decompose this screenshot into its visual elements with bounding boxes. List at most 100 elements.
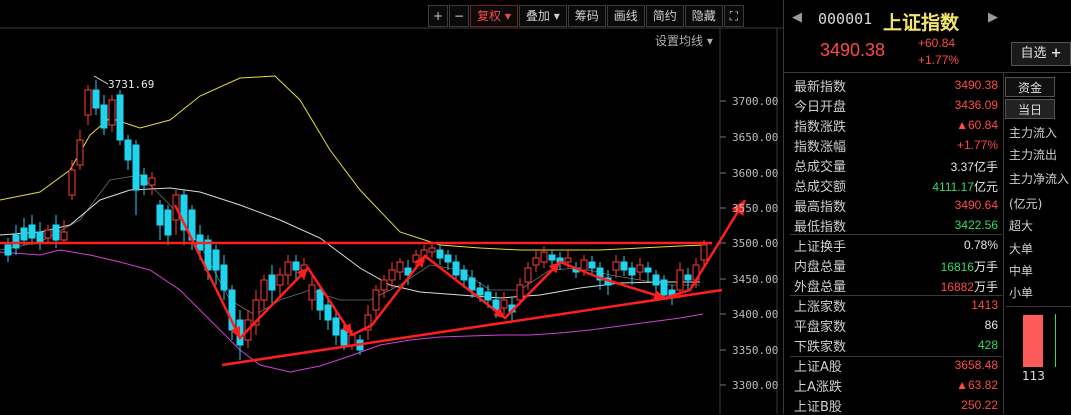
- quote-row-number: 428: [977, 338, 998, 352]
- candle-body: [260, 279, 268, 301]
- fund-flow-item: 小单: [1009, 286, 1034, 300]
- flow-chart-divider: [1006, 306, 1071, 307]
- quote-row-number: 250.22: [961, 398, 998, 412]
- quote-row-label: 指数涨跌: [794, 120, 847, 135]
- candle-body: [388, 269, 396, 281]
- candle-body: [636, 264, 644, 273]
- fuquan-label: 复权: [477, 9, 502, 23]
- quote-row-unit: 万手: [973, 280, 998, 294]
- candle-body: [540, 251, 548, 263]
- candle-body: [164, 209, 172, 236]
- candle-body: [316, 289, 324, 311]
- candle-body: [548, 254, 556, 261]
- huaxian-button[interactable]: 画线: [606, 5, 645, 27]
- ma-setting-label: 设置均线: [655, 34, 704, 48]
- quote-row-number: 3490.38: [954, 78, 998, 92]
- quote-row-value: 1413: [900, 298, 998, 312]
- quote-row-number: 86: [984, 318, 998, 332]
- prev-arrow-icon[interactable]: ◀: [792, 10, 802, 25]
- y-tick-label: 3300.00: [732, 379, 778, 392]
- quote-row-unit: 万手: [973, 260, 998, 274]
- y-tick-label: 3450.00: [732, 273, 778, 286]
- quote-row-value: 3.37亿手: [900, 158, 998, 175]
- candle-body: [284, 261, 292, 276]
- quote-row-value: 3658.48: [900, 358, 998, 372]
- candle-body: [28, 224, 36, 239]
- chart-toolbar: + − 复权 ▾ 叠加 ▾ 筹码 画线 简约 隐藏 ⛶: [428, 5, 745, 27]
- candle-body: [428, 247, 436, 253]
- quote-row-number: 4111.17: [932, 180, 974, 194]
- y-tick-label: 3600.00: [732, 167, 778, 180]
- y-tick-label: 3350.00: [732, 344, 778, 357]
- yincang-button[interactable]: 隐藏: [684, 5, 723, 27]
- panel-divider: [783, 0, 784, 414]
- next-arrow-icon[interactable]: ▶: [988, 10, 998, 25]
- quote-row-value: 3422.56: [900, 218, 998, 232]
- candle-body: [4, 244, 12, 256]
- candle-body: [396, 261, 404, 273]
- quote-row-value: 0.78%: [900, 238, 998, 252]
- candle-body: [340, 329, 348, 346]
- tab-zijin[interactable]: 资金: [1005, 77, 1055, 97]
- candle-body: [84, 89, 92, 116]
- zoom-in-button[interactable]: +: [428, 5, 448, 27]
- fullscreen-icon[interactable]: ⛶: [723, 5, 744, 27]
- fund-flow-item: (亿元): [1009, 197, 1043, 211]
- candle-body: [132, 144, 140, 191]
- candles: [4, 80, 708, 360]
- candle-body: [564, 257, 572, 263]
- fuquan-button[interactable]: 复权 ▾: [470, 5, 518, 27]
- jianyue-button[interactable]: 简约: [645, 5, 684, 27]
- quote-row-number: ▲63.82: [956, 378, 998, 392]
- candle-body: [644, 267, 652, 273]
- quote-row-label: 外盘总量: [794, 280, 847, 295]
- quote-row-label: 最高指数: [794, 200, 847, 215]
- tab-dangri[interactable]: 当日: [1005, 99, 1055, 119]
- quote-row-value: 16882万手: [900, 278, 998, 295]
- price-change: +60.84: [918, 36, 956, 50]
- peak-marker: 3731.69: [93, 75, 154, 91]
- candle-body: [476, 287, 484, 296]
- candle-body: [36, 231, 44, 243]
- fund-flow-item: 超大: [1009, 219, 1034, 233]
- peak-label: 3731.69: [108, 78, 154, 91]
- quote-row-label: 下跌家数: [794, 340, 847, 355]
- diejia-button[interactable]: 叠加 ▾: [518, 5, 567, 27]
- candle-body: [276, 274, 284, 286]
- candle-body: [108, 99, 116, 126]
- boll-upper: [0, 75, 706, 251]
- quote-row-value: 250.22: [900, 398, 998, 412]
- candle-body: [116, 94, 124, 141]
- quote-row-label: 内盘总量: [794, 260, 847, 275]
- quote-row-number: 3490.64: [954, 198, 998, 212]
- fund-flow-item: 主力净流入: [1009, 172, 1070, 186]
- quote-row-value: 3436.09: [900, 98, 998, 112]
- current-price: 3490.38: [820, 40, 886, 60]
- candle-body: [292, 261, 300, 271]
- flow-bar: [1023, 315, 1043, 367]
- quote-row-label: 总成交量: [794, 160, 847, 175]
- quote-row-number: 3658.48: [954, 358, 998, 372]
- ma-setting-dropdown[interactable]: 设置均线 ▾: [655, 32, 713, 49]
- quote-row-number: 3436.09: [954, 98, 998, 112]
- candle-body: [268, 274, 276, 291]
- candle-body: [220, 264, 228, 291]
- candle-body: [348, 334, 356, 346]
- chouma-button[interactable]: 筹码: [567, 5, 606, 27]
- candle-body: [652, 274, 660, 286]
- fund-flow-item: 主力流出: [1009, 148, 1058, 162]
- candle-body: [212, 249, 220, 271]
- candle-body: [580, 259, 588, 271]
- zoom-out-button[interactable]: −: [449, 5, 469, 27]
- price-change-pct: +1.77%: [918, 53, 960, 67]
- quote-row-label: 今日开盘: [794, 100, 847, 115]
- chevron-down-icon: ▾: [706, 34, 713, 48]
- candle-body: [684, 274, 692, 281]
- kline-chart[interactable]: 3700.00 3650.00 3600.00 3550.00 3500.00 3450.…: [0, 0, 783, 414]
- zixuan-label: 自选: [1020, 46, 1047, 61]
- quote-row-label: 平盘家数: [794, 320, 847, 335]
- quote-row-label: 指数涨幅: [794, 140, 847, 155]
- candle-body: [588, 261, 596, 269]
- quote-row-value: ▲60.84: [900, 118, 998, 132]
- add-watchlist-button[interactable]: 自选 +: [1011, 42, 1071, 66]
